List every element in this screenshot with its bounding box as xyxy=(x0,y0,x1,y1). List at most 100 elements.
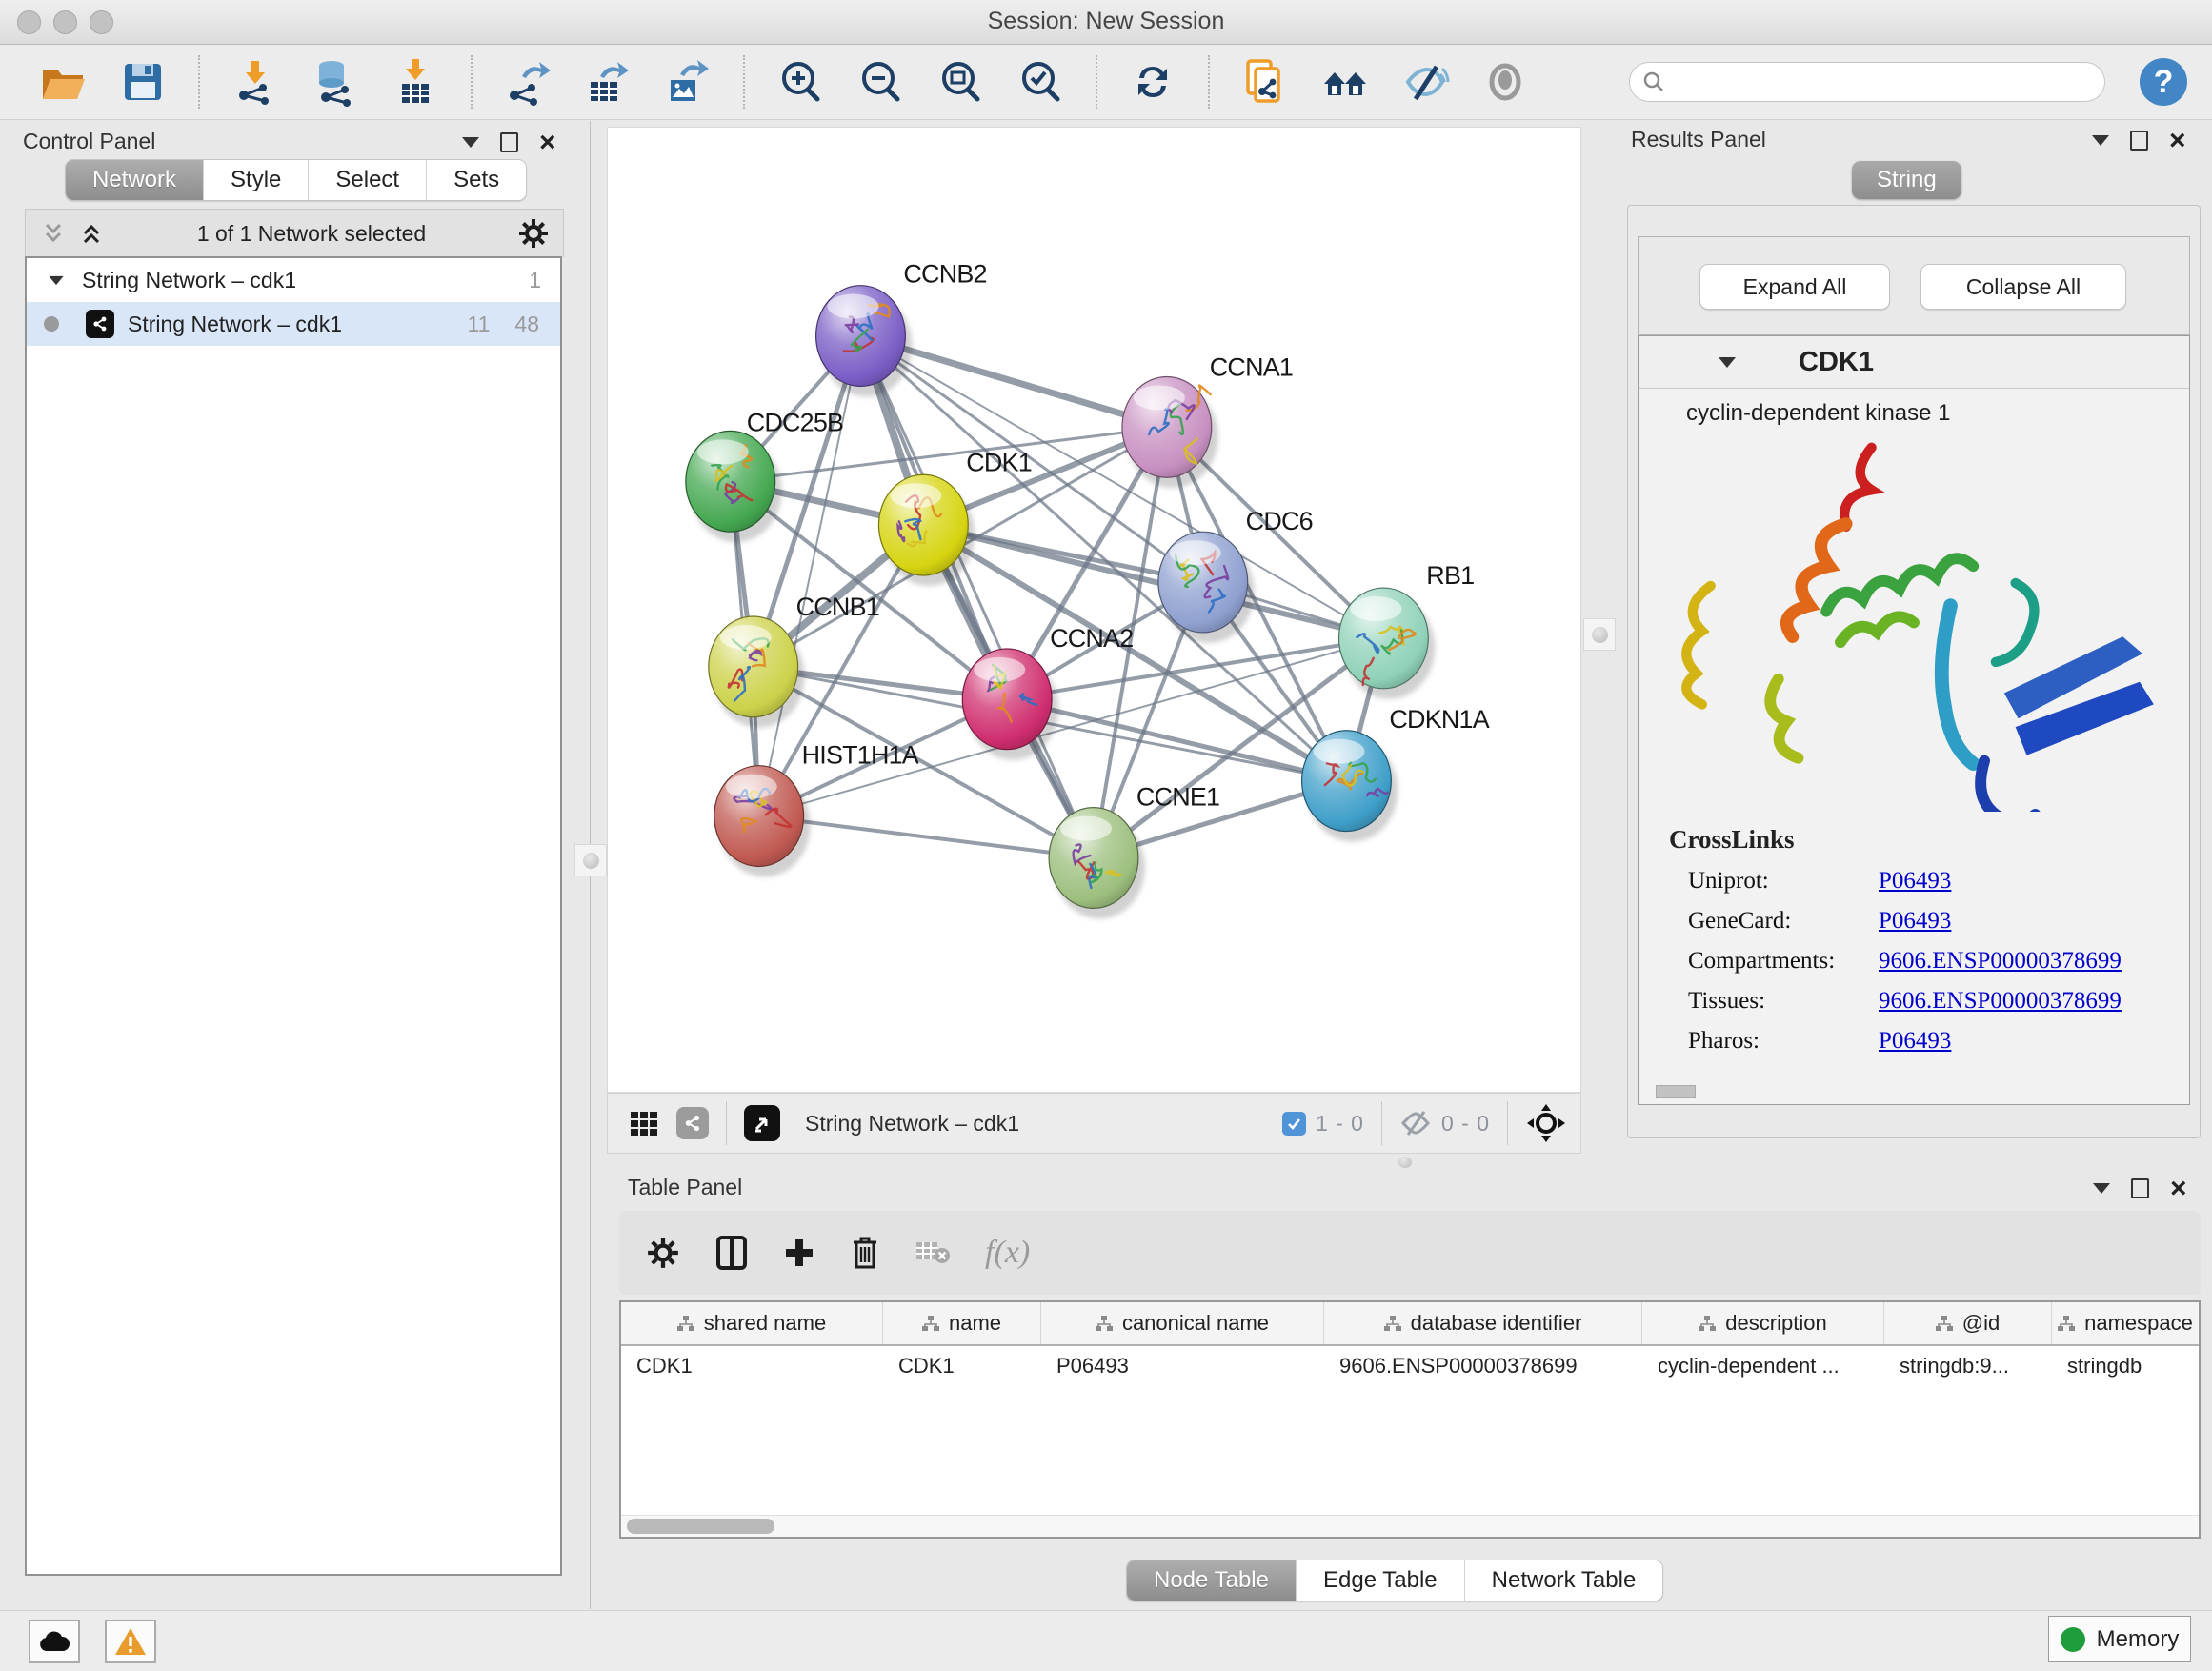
collection-label: String Network – cdk1 xyxy=(82,268,296,293)
table-horizontal-scrollbar[interactable] xyxy=(621,1515,2199,1537)
svg-text:CDC6: CDC6 xyxy=(1246,507,1313,535)
houses-icon[interactable] xyxy=(1320,57,1370,107)
node-count: 11 xyxy=(468,312,491,337)
collapse-all-button[interactable]: Collapse All xyxy=(1920,264,2126,310)
expand-all-icon[interactable] xyxy=(77,219,106,248)
cloud-button[interactable] xyxy=(29,1620,80,1663)
right-splitter-handle[interactable] xyxy=(1583,618,1616,651)
float-panel-icon[interactable] xyxy=(2130,131,2148,151)
crosslink-link[interactable]: P06493 xyxy=(1879,1028,1951,1055)
tab-network[interactable]: Network xyxy=(66,160,204,200)
refresh-icon[interactable] xyxy=(1128,57,1177,107)
column-header[interactable]: description xyxy=(1642,1302,1884,1344)
memory-button[interactable]: Memory xyxy=(2048,1616,2191,1662)
svg-text:CDC25B: CDC25B xyxy=(747,408,844,436)
gene-section-header[interactable]: CDK1 xyxy=(1639,336,2189,389)
delete-column-icon[interactable] xyxy=(850,1235,880,1271)
zoom-out-icon[interactable] xyxy=(855,57,905,107)
expand-all-button[interactable]: Expand All xyxy=(1699,264,1890,310)
hierarchy-icon xyxy=(1384,1316,1401,1331)
cell-database-identifier[interactable]: 9606.ENSP00000378699 xyxy=(1324,1346,1642,1386)
cell-canonical-name[interactable]: P06493 xyxy=(1041,1346,1324,1386)
export-image-icon[interactable] xyxy=(663,57,713,107)
detach-view-icon[interactable] xyxy=(744,1105,780,1141)
close-panel-icon[interactable]: × xyxy=(539,133,556,152)
tab-edge-table[interactable]: Edge Table xyxy=(1297,1560,1465,1601)
selected-checkbox-icon[interactable] xyxy=(1282,1112,1306,1136)
control-panel-title: Control Panel xyxy=(23,129,155,154)
zoom-in-icon[interactable] xyxy=(775,57,825,107)
float-panel-icon[interactable] xyxy=(500,132,518,152)
tree-expand-icon[interactable] xyxy=(49,275,63,284)
string-network-graph[interactable]: CCNB2CCNA1CDC25BCDK1CDC6RB1CCNB1CCNA2CDK… xyxy=(608,128,1580,1092)
svg-text:CCNA1: CCNA1 xyxy=(1210,352,1293,381)
gear-icon[interactable] xyxy=(646,1236,680,1270)
grid-view-icon[interactable] xyxy=(627,1106,661,1140)
collapse-all-icon[interactable] xyxy=(39,219,68,248)
column-header[interactable]: database identifier xyxy=(1324,1302,1642,1344)
collapse-panel-icon[interactable] xyxy=(462,137,479,148)
crosslink-link[interactable]: P06493 xyxy=(1879,908,1951,935)
help-button[interactable]: ? xyxy=(2140,58,2187,106)
scrollbar-thumb[interactable] xyxy=(627,1519,774,1534)
collapse-panel-icon[interactable] xyxy=(2092,135,2109,146)
search-input[interactable] xyxy=(1629,62,2105,102)
network-collection-row[interactable]: String Network – cdk1 1 xyxy=(27,258,560,302)
close-panel-icon[interactable]: × xyxy=(2170,1179,2187,1198)
import-table-icon[interactable] xyxy=(391,57,440,107)
network-overview-icon[interactable] xyxy=(676,1107,709,1139)
cell-description[interactable]: cyclin-dependent ... xyxy=(1642,1346,1884,1386)
column-header[interactable]: canonical name xyxy=(1041,1302,1324,1344)
gear-icon[interactable] xyxy=(517,217,550,250)
hierarchy-icon xyxy=(2058,1316,2075,1331)
save-session-icon[interactable] xyxy=(118,57,168,107)
svg-text:CDKN1A: CDKN1A xyxy=(1389,705,1489,734)
show-glyphs-icon[interactable] xyxy=(1480,57,1530,107)
network-canvas[interactable]: CCNB2CCNA1CDC25BCDK1CDC6RB1CCNB1CCNA2CDK… xyxy=(607,127,1581,1093)
warning-button[interactable] xyxy=(105,1620,156,1663)
cell-namespace[interactable]: stringdb xyxy=(2052,1346,2199,1386)
column-header[interactable]: @id xyxy=(1884,1302,2052,1344)
column-header[interactable]: name xyxy=(883,1302,1041,1344)
export-table-icon[interactable] xyxy=(583,57,633,107)
show-columns-icon[interactable] xyxy=(714,1234,749,1272)
cell-name[interactable]: CDK1 xyxy=(883,1346,1041,1386)
crosslink-row: Uniprot: P06493 xyxy=(1688,868,2189,895)
toolbar-separator xyxy=(198,55,200,109)
import-network-from-database-icon[interactable] xyxy=(311,57,360,107)
left-splitter-handle[interactable] xyxy=(574,844,607,876)
svg-text:HIST1H1A: HIST1H1A xyxy=(802,741,919,770)
tab-string[interactable]: String xyxy=(1852,161,1961,199)
hide-glyphs-icon[interactable] xyxy=(1400,57,1450,107)
toolbar-separator xyxy=(1208,55,1210,109)
tab-style[interactable]: Style xyxy=(204,160,309,200)
tab-network-table[interactable]: Network Table xyxy=(1465,1560,1663,1601)
cell-shared-name[interactable]: CDK1 xyxy=(621,1346,883,1386)
add-column-icon[interactable] xyxy=(783,1237,815,1269)
tab-select[interactable]: Select xyxy=(309,160,427,200)
table-panel-title: Table Panel xyxy=(628,1175,742,1200)
export-network-icon[interactable] xyxy=(503,57,553,107)
column-header[interactable]: shared name xyxy=(621,1302,883,1344)
cell-id[interactable]: stringdb:9... xyxy=(1884,1346,2052,1386)
crosslink-link[interactable]: 9606.ENSP00000378699 xyxy=(1879,988,2122,1015)
zoom-selected-icon[interactable] xyxy=(1016,57,1065,107)
center-view-icon[interactable] xyxy=(1525,1102,1567,1144)
open-session-icon[interactable] xyxy=(38,57,88,107)
tab-node-table[interactable]: Node Table xyxy=(1127,1560,1297,1601)
crosslink-link[interactable]: P06493 xyxy=(1879,868,1951,895)
float-panel-icon[interactable] xyxy=(2131,1178,2149,1198)
close-panel-icon[interactable]: × xyxy=(2169,131,2186,151)
network-view-title: String Network – cdk1 xyxy=(805,1111,1019,1137)
table-row[interactable]: CDK1 CDK1 P06493 9606.ENSP00000378699 cy… xyxy=(621,1346,2199,1386)
import-network-icon[interactable] xyxy=(231,57,280,107)
section-scrollbar[interactable] xyxy=(1656,1085,1696,1098)
collapse-panel-icon[interactable] xyxy=(2093,1183,2110,1194)
network-row-selected[interactable]: String Network – cdk1 11 48 xyxy=(27,302,560,346)
tab-sets[interactable]: Sets xyxy=(427,160,526,200)
section-expand-icon[interactable] xyxy=(1719,357,1736,368)
crosslink-link[interactable]: 9606.ENSP00000378699 xyxy=(1879,948,2122,975)
column-header[interactable]: namespace xyxy=(2052,1302,2199,1344)
zoom-fit-icon[interactable] xyxy=(935,57,985,107)
network-from-selection-icon[interactable] xyxy=(1240,57,1290,107)
